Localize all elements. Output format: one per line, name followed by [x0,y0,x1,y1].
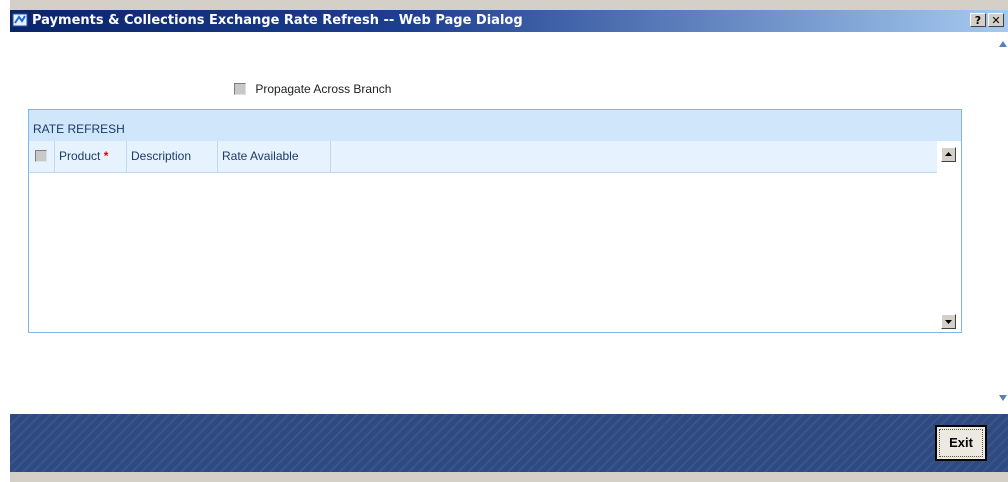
help-icon: ? [974,14,982,27]
propagate-across-branch: Propagate Across Branch [234,82,391,96]
scroll-down-icon[interactable] [998,392,1008,404]
window-title: Payments & Collections Exchange Rate Ref… [32,13,523,28]
scroll-up-icon [945,152,952,156]
propagate-label: Propagate Across Branch [255,82,392,96]
exit-button[interactable]: Exit [935,425,987,461]
rate-refresh-panel: RATE REFRESH Product * Description Rate … [28,109,962,333]
grid-scroll-up-button[interactable] [941,147,956,162]
bottom-edge [10,472,1008,482]
close-icon: ✕ [991,14,1001,27]
close-button[interactable]: ✕ [988,13,1004,27]
product-label: Product [59,149,101,163]
rate-available-label: Rate Available [222,149,299,163]
grid-scrollbar[interactable] [937,141,961,332]
scroll-up-icon[interactable] [998,38,1008,50]
required-marker: * [103,149,109,163]
description-label: Description [131,149,192,163]
help-button[interactable]: ? [970,13,986,27]
dialog-scrollbar[interactable] [998,32,1008,414]
section-title: RATE REFRESH [33,122,125,136]
grid-scroll-down-button[interactable] [941,314,956,329]
exit-label: Exit [939,429,983,457]
propagate-checkbox[interactable] [234,83,246,95]
column-header-rate-available[interactable]: Rate Available [218,141,331,172]
left-edge [0,0,10,482]
column-header-description[interactable]: Description [127,141,218,172]
rate-refresh-header: RATE REFRESH [29,110,961,141]
select-all-cell [29,141,55,172]
scroll-down-icon [945,320,952,324]
app-icon [12,13,28,27]
column-header-product[interactable]: Product * [55,141,127,172]
title-bar: Payments & Collections Exchange Rate Ref… [10,10,1008,32]
grid-header-row: Product * Description Rate Available [29,141,937,173]
dialog-window: Payments & Collections Exchange Rate Ref… [0,0,1008,482]
footer-bar: Exit [10,414,1008,472]
select-all-checkbox[interactable] [35,150,47,162]
